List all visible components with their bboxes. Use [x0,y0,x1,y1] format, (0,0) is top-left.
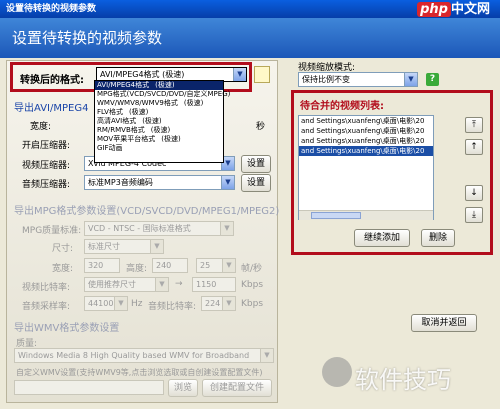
move-down-icon[interactable]: ↓ [465,185,483,201]
page-banner: 设置待转换的视频参数 [0,18,500,58]
cancel-return-button[interactable]: 取消并返回 [411,314,477,332]
chevron-down-icon[interactable]: ▼ [404,73,417,86]
format-option-tag: (极速) [128,108,149,116]
watermark-text: 软件技巧 [355,366,451,394]
format-option[interactable]: RM/RMVB格式 (极速) [95,126,223,135]
help-icon[interactable]: ? [426,73,439,86]
format-option-tag: (极速) [161,135,181,143]
arrow-right-icon: → [175,279,183,289]
scale-mode-select[interactable]: 保持比例不变 ▼ [298,72,418,87]
format-option[interactable]: FLV格式 (极速) [95,108,223,117]
mpg-width-input[interactable]: 320 [84,258,120,273]
format-option-name: AVI/MPEG4格式 [97,81,150,89]
mpg-audio-bitrate-label: 音频比特率: [148,302,197,312]
video-list-item[interactable]: and Settings\xuanfeng\桌面\电影\20 [299,116,433,126]
wmv-section-title: 导出WMV格式参数设置 [14,323,120,334]
audio-compressor-settings-button[interactable]: 设置 [241,174,271,192]
mpg-audio-bitrate-select[interactable]: 224 ▼ [201,296,236,311]
move-bottom-icon[interactable]: ⤓ [465,207,483,223]
mpg-width-label: 宽度: [52,264,74,274]
move-top-icon[interactable]: ⤒ [465,117,483,133]
mpg-height-input[interactable]: 240 [152,258,188,273]
mpg-audio-rate-label: 音频采样率: [22,302,71,312]
audio-compressor-select[interactable]: 标准MP3音频编码 ▼ [84,175,235,190]
mpg-video-bitrate-input[interactable]: 1150 [192,277,236,292]
wmv-custom-label: 自定义WMV设置(支持WMV9等,点击浏览选取或自创建设置配置文件) [16,368,263,377]
chevron-down-icon[interactable]: ▼ [155,278,168,291]
mpg-fps-select[interactable]: 25 ▼ [196,258,236,273]
format-option-name: MOV苹果平台格式 [97,135,156,143]
mpg-size-label: 尺寸: [52,244,74,254]
format-option[interactable]: WMV/WMV8/WMV9格式 (极速) [95,99,223,108]
video-list-scrollbar[interactable] [299,210,433,220]
mpg-fps-unit: 帧/秒 [241,264,263,274]
chevron-down-icon[interactable]: ▼ [220,222,233,235]
format-option[interactable]: MOV苹果平台格式 (极速) [95,135,223,144]
chevron-down-icon[interactable]: ▼ [114,297,127,310]
watermark-logo [322,357,352,387]
video-list-item[interactable]: and Settings\xuanfeng\桌面\电影\20 [299,146,433,156]
avi-open-label: 开启压缩器: [22,141,71,151]
wmv-quality-select[interactable]: Windows Media 8 High Quality based WMV f… [14,348,274,363]
note-icon [254,66,270,83]
add-more-button[interactable]: 继续添加 [354,229,410,247]
move-up-icon[interactable]: ↑ [465,139,483,155]
video-list[interactable]: and Settings\xuanfeng\桌面\电影\20 and Settin… [298,115,434,220]
video-list-title: 待合并的视频列表: [300,101,384,112]
mpg-video-bitrate-label: 视频比特率: [22,283,71,293]
chevron-down-icon[interactable]: ▼ [233,68,246,81]
wmv-create-button[interactable]: 创建配置文件 [202,379,272,397]
mpg-video-bitrate-select[interactable]: 使用推荐尺寸 ▼ [84,277,169,292]
wmv-browse-button[interactable]: 浏览 [168,379,198,397]
format-option-name: 高清AVI格式 [97,117,137,125]
format-option-tag: (极速) [142,117,162,125]
format-option[interactable]: GIF动画 [95,144,223,153]
format-option-name: RM/RMVB格式 [97,126,145,134]
format-option[interactable]: AVI/MPEG4格式 (极速) [95,81,223,90]
avi-frame-unit: 秒 [256,122,266,132]
audio-compressor-label: 音频压缩器: [22,180,71,190]
format-option[interactable]: MPG格式(VCD/SVCD/DVD/自定义MPEG) [95,90,230,99]
chevron-down-icon[interactable]: ▼ [222,297,235,310]
delete-button[interactable]: 删除 [421,229,455,247]
video-list-item[interactable]: and Settings\xuanfeng\桌面\电影\20 [299,136,433,146]
mpg-quality-label: MPG质量标准: [22,226,82,236]
mpg-size-select[interactable]: 标准尺寸 ▼ [84,239,164,254]
video-compressor-label: 视频压缩器: [22,161,71,171]
kbps-unit: Kbps [241,299,264,309]
avi-width-label: 宽度: [30,122,52,132]
chevron-down-icon[interactable]: ▼ [260,349,273,362]
chevron-down-icon[interactable]: ▼ [150,240,163,253]
wmv-custom-input[interactable] [14,380,164,395]
mpg-audio-rate-select[interactable]: 44100 ▼ [84,296,128,311]
format-option-name: WMV/WMV8/WMV9格式 [97,99,178,107]
video-compressor-settings-button[interactable]: 设置 [241,155,271,173]
chevron-down-icon[interactable]: ▼ [221,176,234,189]
format-option-tag: (极速) [183,99,204,107]
format-option-tag: (极速) [155,81,175,89]
format-dropdown[interactable]: AVI/MPEG4格式 (极速) MPG格式(VCD/SVCD/DVD/自定义MPE… [94,80,230,163]
hz-unit: Hz [131,299,143,309]
chevron-down-icon[interactable]: ▼ [222,259,235,272]
format-option-name: GIF动画 [97,144,123,152]
mpg-height-label: 高度: [126,264,148,274]
format-option[interactable]: 高清AVI格式 (极速) [95,117,223,126]
mpg-quality-select[interactable]: VCD - NTSC - 国际标准格式 ▼ [84,221,234,236]
scrollbar-thumb[interactable] [311,212,361,219]
mpg-section-title: 导出MPG格式参数设置(VCD/SVCD/DVD/MPEG1/MPEG2) [14,206,280,217]
format-label: 转换后的格式: [20,75,84,86]
format-option-name: MPG格式(VCD/SVCD/DVD/自定义MPEG) [97,90,231,98]
avi-section-title: 导出AVI/MPEG4 [14,103,89,114]
format-option-name: FLV格式 [97,108,123,116]
kbps-unit: Kbps [241,280,264,290]
video-list-item[interactable]: and Settings\xuanfeng\桌面\电影\20 [299,126,433,136]
format-option-tag: (极速) [150,126,171,134]
brand-logo: php 中文网 [417,2,490,18]
